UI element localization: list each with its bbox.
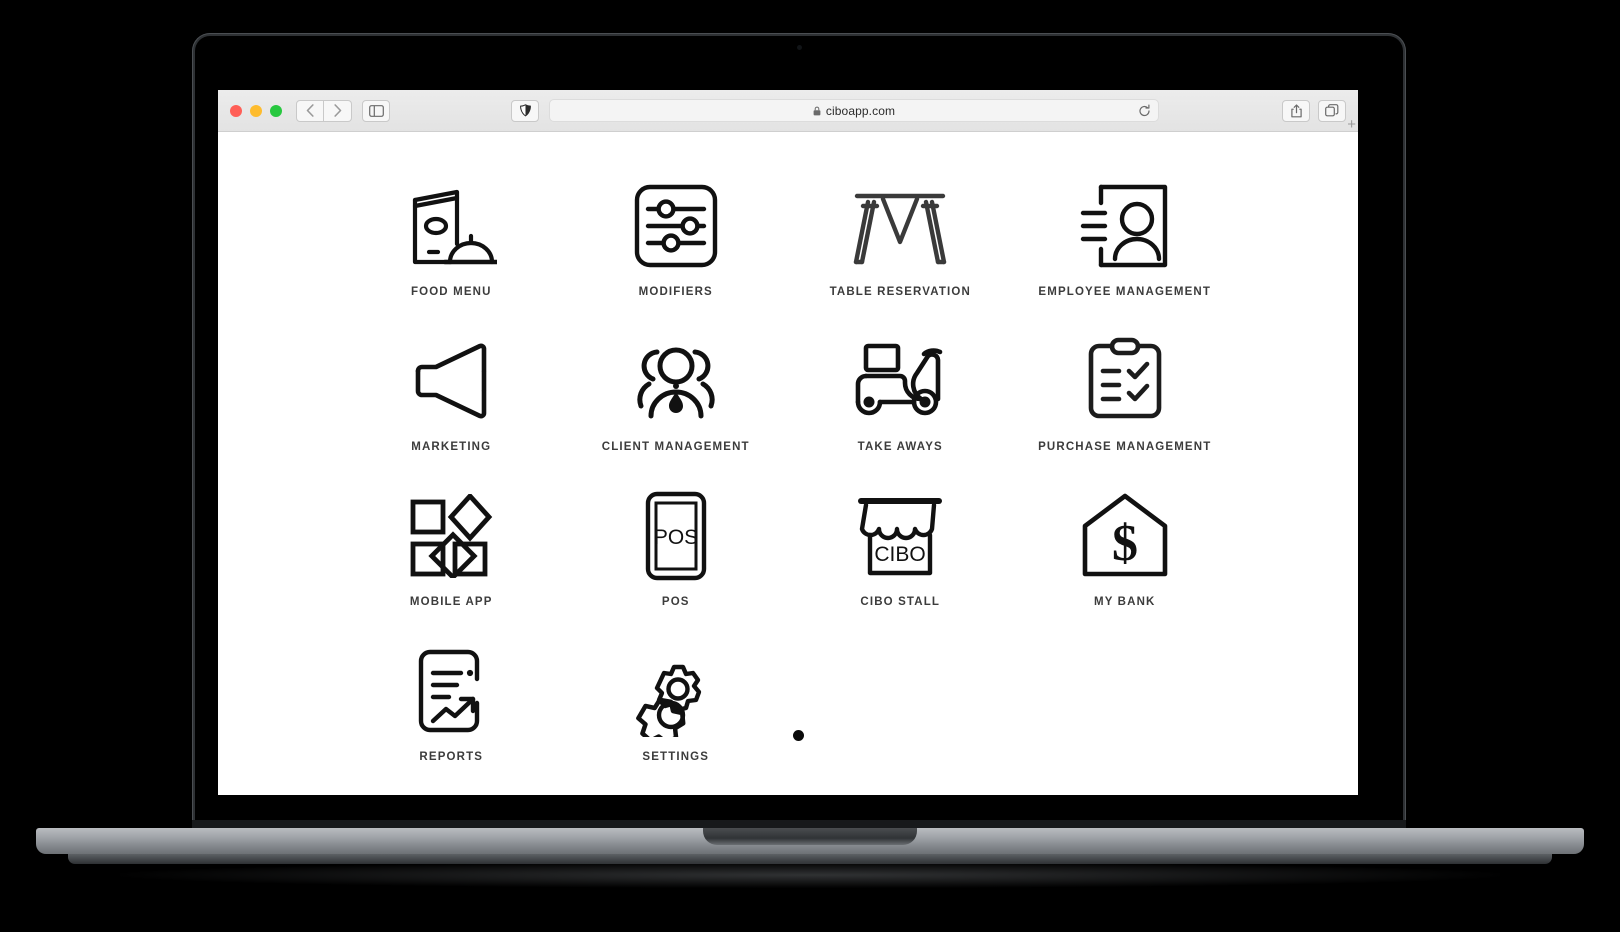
maximize-window-button[interactable] [270,104,282,117]
marketing-megaphone-icon [408,335,494,427]
app-label: REPORTS [419,751,484,763]
app-label: EMPLOYEE MANAGEMENT [1038,286,1212,298]
my-bank-house-dollar-icon: $ [1081,490,1169,582]
app-tile-mobile-app[interactable]: MOBILE APP [339,490,564,623]
mouse-cursor-dot [793,730,804,741]
chevron-left-icon [306,104,314,117]
url-bar[interactable]: ciboapp.com [549,99,1159,122]
reload-button[interactable] [1138,104,1151,117]
laptop-base [36,828,1584,854]
settings-gears-icon [627,645,725,737]
chevron-right-icon [333,104,341,117]
url-text: ciboapp.com [825,103,896,118]
sidebar-toggle-button[interactable] [362,99,390,122]
dollar-glyph-text: $ [1112,515,1138,572]
app-label: MOBILE APP [409,596,493,608]
browser-window: ciboapp.com + FOOD MENU MODIFIERS TABLE … [218,90,1358,795]
app-tile-employee-management[interactable]: EMPLOYEE MANAGEMENT [1013,180,1238,313]
client-management-icon [631,335,721,427]
modifiers-icon [633,180,719,272]
app-label: MY BANK [1093,596,1156,608]
app-tile-cibo-stall[interactable]: CIBO CIBO STALL [788,490,1013,623]
app-tile-my-bank[interactable]: $ MY BANK [1013,490,1238,623]
app-tile-marketing[interactable]: MARKETING [339,335,564,468]
cibo-stall-icon: CIBO [854,490,946,582]
close-window-button[interactable] [230,104,242,117]
tab-overview-icon [1325,104,1339,117]
table-reservation-icon [852,180,948,272]
laptop-mockup: ciboapp.com + FOOD MENU MODIFIERS TABLE … [0,0,1620,932]
privacy-shield-icon [519,104,531,117]
app-tile-food-menu[interactable]: FOOD MENU [339,180,564,313]
app-label: FOOD MENU [410,286,492,298]
toolbar-right-actions: + [1282,99,1356,132]
page-content: FOOD MENU MODIFIERS TABLE RESERVATION EM… [218,132,1358,795]
privacy-report-button[interactable] [511,99,539,122]
take-aways-scooter-icon [852,335,948,427]
laptop-shadow [120,862,1500,888]
purchase-management-clipboard-icon [1085,335,1165,427]
pos-device-icon: POS [644,490,708,582]
app-tile-table-reservation[interactable]: TABLE RESERVATION [788,180,1013,313]
tab-overview-button[interactable] [1318,99,1346,122]
app-tile-modifiers[interactable]: MODIFIERS [564,180,789,313]
laptop-camera-icon [796,45,802,50]
share-button[interactable] [1282,99,1310,122]
browser-toolbar: ciboapp.com + [218,90,1358,132]
app-label: POS [661,596,690,608]
app-label: TAKE AWAYS [857,441,943,453]
lock-icon [813,106,821,116]
forward-button[interactable] [324,99,352,122]
reload-icon [1139,104,1150,116]
cibo-glyph-text: CIBO [875,543,926,566]
app-tile-pos[interactable]: POS POS [564,490,789,623]
app-label: MARKETING [411,441,492,453]
app-module-grid: FOOD MENU MODIFIERS TABLE RESERVATION EM… [339,180,1237,778]
navigation-buttons [296,99,352,122]
mobile-app-grid-icon [409,490,493,582]
app-tile-reports[interactable]: REPORTS [339,645,564,778]
share-icon [1290,103,1302,117]
new-tab-button[interactable]: + [1347,117,1356,132]
food-menu-icon [405,180,498,272]
address-bar-area: ciboapp.com [400,99,1270,122]
laptop-base-notch [703,828,917,845]
sidebar-icon [368,104,384,117]
app-label: MODIFIERS [638,286,713,298]
app-tile-client-management[interactable]: CLIENT MANAGEMENT [564,335,789,468]
app-tile-take-aways[interactable]: TAKE AWAYS [788,335,1013,468]
back-button[interactable] [296,99,324,122]
minimize-window-button[interactable] [250,104,262,117]
app-tile-settings[interactable]: SETTINGS [564,645,789,778]
app-label: SETTINGS [642,751,710,763]
employee-management-icon [1079,180,1171,272]
app-label: TABLE RESERVATION [829,286,971,298]
app-label: CLIENT MANAGEMENT [601,441,750,453]
app-label: CIBO STALL [860,596,941,608]
window-controls [230,104,282,117]
app-tile-purchase-management[interactable]: PURCHASE MANAGEMENT [1013,335,1238,468]
app-label: PURCHASE MANAGEMENT [1038,441,1212,453]
pos-glyph-text: POS [654,526,698,549]
reports-document-icon [415,645,487,737]
